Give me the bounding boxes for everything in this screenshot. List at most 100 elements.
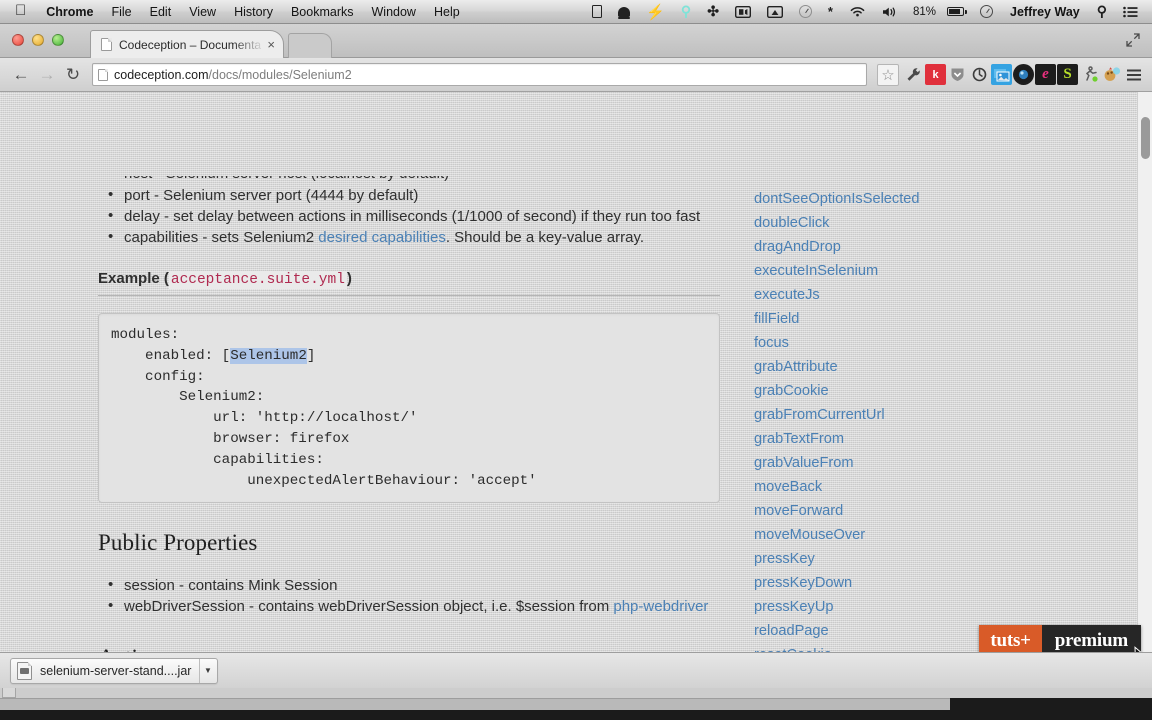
code-line-2b: ] bbox=[306, 347, 316, 364]
method-link-pressKeyDown[interactable]: pressKeyDown bbox=[754, 571, 1054, 595]
volume-icon[interactable] bbox=[874, 0, 906, 24]
spotlight-search-green-icon[interactable]: ⚲ bbox=[673, 0, 699, 24]
e-extension-icon[interactable]: e bbox=[1035, 64, 1056, 85]
fullscreen-icon[interactable] bbox=[1126, 33, 1140, 47]
flash-icon[interactable]: ⚡ bbox=[638, 0, 673, 24]
lens-extension-icon[interactable] bbox=[1013, 64, 1034, 85]
page-viewport: host - Selenium server host (localhost b… bbox=[0, 92, 1152, 674]
menu-edit[interactable]: Edit bbox=[141, 5, 181, 19]
method-link-pressKeyUp[interactable]: pressKeyUp bbox=[754, 595, 1054, 619]
chevron-down-icon[interactable]: ▼ bbox=[199, 658, 215, 683]
page-icon bbox=[101, 38, 112, 51]
code-line-2a: enabled: [ bbox=[111, 347, 231, 364]
menu-help[interactable]: Help bbox=[425, 5, 469, 19]
method-link-grabFromCurrentUrl[interactable]: grabFromCurrentUrl bbox=[754, 403, 1054, 427]
screen-rectangle-icon[interactable] bbox=[584, 0, 610, 24]
page-icon bbox=[98, 68, 108, 81]
method-link-pressKey[interactable]: pressKey bbox=[754, 547, 1054, 571]
method-link-executeJs[interactable]: executeJs bbox=[754, 283, 1054, 307]
selected-text-selenium2[interactable]: Selenium2 bbox=[230, 347, 307, 364]
airplay-icon[interactable] bbox=[759, 0, 791, 24]
menu-bookmarks[interactable]: Bookmarks bbox=[282, 5, 363, 19]
method-link-dontSeeOptionIsSelected[interactable]: dontSeeOptionIsSelected bbox=[754, 187, 1054, 211]
download-item[interactable]: selenium-server-stand....jar ▼ bbox=[10, 657, 219, 684]
mac-menu-bar:  Chrome File Edit View History Bookmark… bbox=[0, 0, 1152, 24]
bullet-capabilities-text-after: . Should be a key-value array. bbox=[445, 229, 645, 246]
forward-arrow-icon[interactable]: → bbox=[34, 62, 60, 88]
method-link-dragAndDrop[interactable]: dragAndDrop bbox=[754, 235, 1054, 259]
image-extension-icon[interactable] bbox=[991, 64, 1012, 85]
method-link-grabCookie[interactable]: grabCookie bbox=[754, 379, 1054, 403]
method-link-grabTextFrom[interactable]: grabTextFrom bbox=[754, 427, 1054, 451]
k-extension-icon[interactable]: k bbox=[925, 64, 946, 85]
minimize-button[interactable] bbox=[32, 34, 44, 46]
page-scrollbar[interactable] bbox=[1137, 92, 1152, 674]
method-link-doubleClick[interactable]: doubleClick bbox=[754, 211, 1054, 235]
clock-icon[interactable] bbox=[972, 0, 1001, 24]
extensions-bar: k e S bbox=[903, 64, 1144, 85]
video-camera-icon[interactable] bbox=[727, 0, 759, 24]
user-name-label[interactable]: Jeffrey Way bbox=[1001, 5, 1089, 19]
example-filename: acceptance.suite.yml bbox=[168, 271, 347, 289]
method-link-moveBack[interactable]: moveBack bbox=[754, 475, 1054, 499]
code-line-8: unexpectedAlertBehaviour: 'accept' bbox=[111, 472, 537, 489]
code-line-6: browser: firefox bbox=[111, 430, 350, 447]
url-host: codeception.com bbox=[114, 67, 209, 82]
puzzle-piece-icon[interactable]: ✣ bbox=[699, 0, 727, 24]
menu-file[interactable]: File bbox=[102, 5, 140, 19]
method-link-focus[interactable]: focus bbox=[754, 331, 1054, 355]
php-webdriver-link[interactable]: php-webdriver bbox=[613, 598, 708, 615]
background-window-sliver bbox=[0, 688, 1152, 710]
battery-icon[interactable] bbox=[939, 0, 972, 24]
menu-window[interactable]: Window bbox=[363, 5, 425, 19]
list-item: delay - set delay between actions in mil… bbox=[98, 206, 720, 227]
code-line-1: modules: bbox=[111, 327, 180, 343]
example-label: Example ( bbox=[98, 270, 169, 287]
bluetooth-icon[interactable]: * bbox=[820, 0, 841, 24]
method-link-moveMouseOver[interactable]: moveMouseOver bbox=[754, 523, 1054, 547]
notification-center-icon[interactable] bbox=[1115, 0, 1146, 24]
jar-file-icon bbox=[17, 661, 32, 680]
bullet-capabilities-text-before: capabilities - sets Selenium2 bbox=[124, 229, 319, 246]
wifi-icon[interactable] bbox=[841, 0, 874, 24]
url-path: /docs/modules/Selenium2 bbox=[208, 67, 352, 82]
method-link-grabValueFrom[interactable]: grabValueFrom bbox=[754, 451, 1054, 475]
tab-strip: Codeception – Documenta × bbox=[0, 24, 1152, 58]
sync-extension-icon[interactable] bbox=[969, 64, 990, 85]
list-item: session - contains Mink Session bbox=[98, 575, 720, 596]
paint-extension-icon[interactable] bbox=[1101, 64, 1122, 85]
s-extension-icon[interactable]: S bbox=[1057, 64, 1078, 85]
method-link-grabAttribute[interactable]: grabAttribute bbox=[754, 355, 1054, 379]
close-button[interactable] bbox=[12, 34, 24, 46]
tab-codeception-documentation[interactable]: Codeception – Documenta × bbox=[90, 30, 284, 58]
zoom-button[interactable] bbox=[52, 34, 64, 46]
reload-icon[interactable]: ↻ bbox=[60, 62, 86, 88]
close-icon[interactable]: × bbox=[265, 37, 277, 52]
apple-logo-icon[interactable]:  bbox=[6, 3, 37, 18]
list-item: webDriverSession - contains webDriverSes… bbox=[98, 596, 720, 617]
method-link-moveForward[interactable]: moveForward bbox=[754, 499, 1054, 523]
menu-history[interactable]: History bbox=[225, 5, 282, 19]
runner-extension-icon[interactable] bbox=[1079, 64, 1100, 85]
spotlight-search-icon[interactable]: ⚲ bbox=[1089, 0, 1115, 24]
method-link-executeInSelenium[interactable]: executeInSelenium bbox=[754, 259, 1054, 283]
clipped-top-line: host - Selenium server host (localhost b… bbox=[98, 176, 720, 184]
property-webdriversession-text: webDriverSession - contains webDriverSes… bbox=[124, 598, 614, 616]
desired-capabilities-link[interactable]: desired capabilities bbox=[318, 229, 446, 246]
new-tab-button[interactable] bbox=[288, 33, 332, 58]
wrench-extension-icon[interactable] bbox=[903, 64, 924, 85]
address-bar[interactable]: codeception.com/docs/modules/Selenium2 bbox=[92, 63, 867, 86]
bell-icon[interactable] bbox=[610, 0, 638, 24]
star-icon[interactable]: ☆ bbox=[877, 63, 899, 86]
url-text: codeception.com/docs/modules/Selenium2 bbox=[114, 68, 861, 82]
back-arrow-icon[interactable]: ← bbox=[8, 62, 34, 88]
menu-view[interactable]: View bbox=[180, 5, 225, 19]
chrome-menu-icon[interactable] bbox=[1123, 64, 1144, 85]
scrollbar-thumb[interactable] bbox=[1141, 117, 1150, 159]
list-item: port - Selenium server port (4444 by def… bbox=[98, 185, 720, 206]
tab-title: Codeception – Documenta bbox=[119, 37, 262, 52]
menu-chrome[interactable]: Chrome bbox=[37, 5, 102, 19]
method-link-fillField[interactable]: fillField bbox=[754, 307, 1054, 331]
shield-extension-icon[interactable] bbox=[947, 64, 968, 85]
bullet-delay-text: delay - set delay between actions in mil… bbox=[124, 208, 701, 225]
